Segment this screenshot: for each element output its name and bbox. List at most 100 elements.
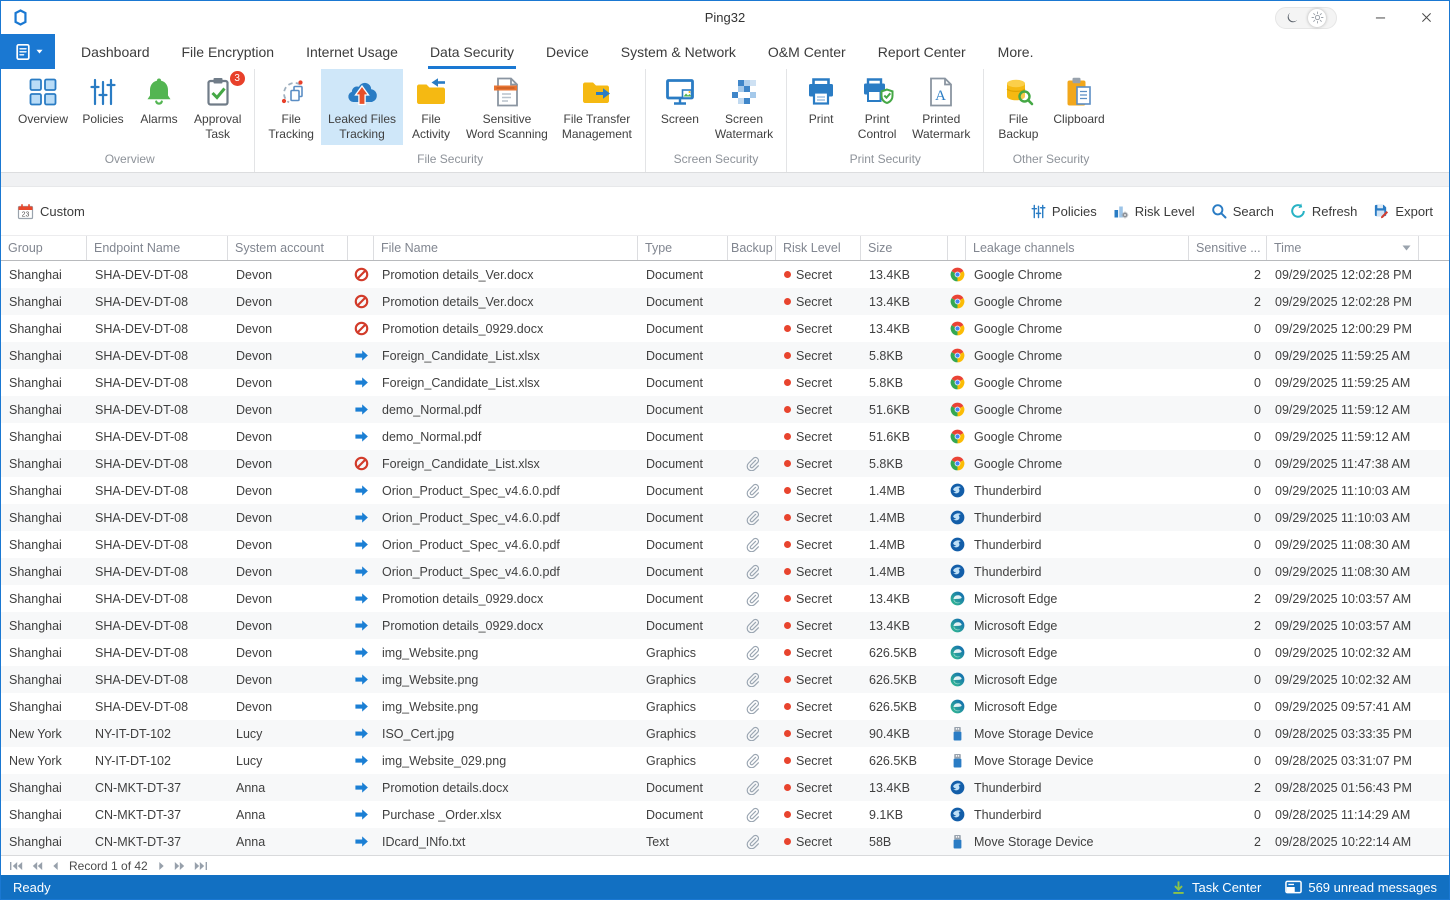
risk-level-button[interactable]: Risk Level (1113, 203, 1195, 219)
ribbon-item-file-tracking[interactable]: FileTracking (261, 69, 321, 145)
ribbon-item-screen-watermark[interactable]: ScreenWatermark (708, 69, 780, 145)
theme-toggle[interactable] (1275, 7, 1337, 29)
tab-system-network[interactable]: System & Network (605, 34, 752, 69)
table-row[interactable]: ShanghaiSHA-DEV-DT-08DevonPromotion deta… (1, 261, 1449, 288)
column-header-type[interactable]: Type (638, 236, 728, 260)
ribbon-item-printed-watermark[interactable]: APrintedWatermark (905, 69, 977, 145)
unread-messages-button[interactable]: 569 unread messages (1285, 880, 1437, 895)
chrome-icon (950, 294, 965, 309)
nav-prev-button[interactable] (52, 861, 59, 871)
table-row[interactable]: ShanghaiSHA-DEV-DT-08DevonForeign_Candid… (1, 450, 1449, 477)
table-row[interactable]: ShanghaiSHA-DEV-DT-08DevonOrion_Product_… (1, 504, 1449, 531)
cell-channel: Google Chrome (966, 295, 1189, 309)
ribbon-item-approval-task[interactable]: 3ApprovalTask (187, 69, 248, 145)
risk-level-label: Risk Level (1135, 204, 1195, 219)
table-row[interactable]: ShanghaiSHA-DEV-DT-08DevonPromotion deta… (1, 585, 1449, 612)
table-row[interactable]: ShanghaiCN-MKT-DT-37AnnaPurchase _Order.… (1, 801, 1449, 828)
custom-date-button[interactable]: 23 Custom (17, 203, 85, 220)
table-row[interactable]: ShanghaiSHA-DEV-DT-08Devonimg_Website.pn… (1, 666, 1449, 693)
light-theme-toggle[interactable] (1308, 9, 1326, 27)
column-header-sensitive[interactable]: Sensitive ... (1189, 236, 1267, 260)
moon-icon[interactable] (1286, 11, 1299, 24)
ribbon-item-screen[interactable]: Screen (652, 69, 708, 130)
ribbon-item-leaked-files-tracking[interactable]: Leaked FilesTracking (321, 69, 403, 145)
table-row[interactable]: ShanghaiSHA-DEV-DT-08DevonPromotion deta… (1, 612, 1449, 639)
ribbon-item-policies[interactable]: Policies (75, 69, 131, 130)
ribbon-item-file-backup[interactable]: FileBackup (990, 69, 1046, 145)
column-header-endpoint[interactable]: Endpoint Name (87, 236, 228, 260)
ribbon-item-file-transfer-management[interactable]: File TransferManagement (555, 69, 639, 145)
ribbon-item-alarms[interactable]: Alarms (131, 69, 187, 130)
cell-type: Document (638, 619, 728, 633)
table-row[interactable]: ShanghaiSHA-DEV-DT-08DevonForeign_Candid… (1, 342, 1449, 369)
minimize-button[interactable] (1357, 1, 1403, 34)
search-button[interactable]: Search (1211, 203, 1274, 219)
nav-next-page-button[interactable] (174, 861, 185, 871)
column-header-time[interactable]: Time (1267, 236, 1419, 260)
thunderbird-icon (950, 564, 965, 579)
svg-text:23: 23 (22, 211, 30, 218)
nav-prev-page-button[interactable] (32, 861, 43, 871)
column-header-size[interactable]: Size (861, 236, 948, 260)
column-header-chicon[interactable] (948, 236, 966, 260)
column-header-filler[interactable] (1419, 236, 1449, 260)
tab-file-encryption[interactable]: File Encryption (166, 34, 291, 69)
cell-channel: Google Chrome (966, 457, 1189, 471)
column-header-account[interactable]: System account (228, 236, 348, 260)
table-row[interactable]: ShanghaiSHA-DEV-DT-08DevonForeign_Candid… (1, 369, 1449, 396)
cell-channel: Thunderbird (966, 511, 1189, 525)
table-row[interactable]: New YorkNY-IT-DT-102Lucyimg_Website_029.… (1, 747, 1449, 774)
ribbon-item-label: ScreenWatermark (715, 112, 773, 142)
ribbon-item-print[interactable]: Print (793, 69, 849, 130)
ribbon-item-overview[interactable]: Overview (11, 69, 75, 130)
cell-group: Shanghai (1, 295, 87, 309)
close-button[interactable] (1403, 1, 1449, 34)
nav-first-button[interactable] (9, 861, 23, 871)
tab-report-center[interactable]: Report Center (862, 34, 982, 69)
app-menu-button[interactable] (1, 34, 55, 69)
table-row[interactable]: ShanghaiCN-MKT-DT-37AnnaPromotion detail… (1, 774, 1449, 801)
column-header-filename[interactable]: File Name (374, 236, 638, 260)
cell-risk: Secret (776, 781, 861, 795)
policies-button[interactable]: Policies (1031, 204, 1097, 219)
table-row[interactable]: ShanghaiCN-MKT-DT-37AnnaIDcard_INfo.txtT… (1, 828, 1449, 855)
cell-size: 1.4MB (861, 511, 948, 525)
export-button[interactable]: Export (1373, 203, 1433, 219)
column-header-risk[interactable]: Risk Level (776, 236, 861, 260)
table-row[interactable]: ShanghaiSHA-DEV-DT-08DevonOrion_Product_… (1, 558, 1449, 585)
table-row[interactable]: ShanghaiSHA-DEV-DT-08DevonOrion_Product_… (1, 477, 1449, 504)
refresh-button[interactable]: Refresh (1290, 203, 1358, 219)
custom-date-label: Custom (40, 204, 85, 219)
tab-dashboard[interactable]: Dashboard (65, 34, 166, 69)
cell-group: Shanghai (1, 268, 87, 282)
table-row[interactable]: ShanghaiSHA-DEV-DT-08DevonPromotion deta… (1, 315, 1449, 342)
table-row[interactable]: ShanghaiSHA-DEV-DT-08Devonimg_Website.pn… (1, 639, 1449, 666)
tab-more[interactable]: More. (982, 34, 1050, 69)
column-header-backup[interactable]: Backup (728, 236, 776, 260)
ribbon-item-label: Screen (661, 112, 699, 127)
ribbon-item-print-control[interactable]: PrintControl (849, 69, 905, 145)
column-header-channel[interactable]: Leakage channels (966, 236, 1189, 260)
table-row[interactable]: ShanghaiSHA-DEV-DT-08DevonPromotion deta… (1, 288, 1449, 315)
risk-label: Secret (796, 457, 832, 471)
ribbon-item-clipboard[interactable]: Clipboard (1046, 69, 1111, 130)
column-header-fileicon[interactable] (348, 236, 374, 260)
table-row[interactable]: ShanghaiSHA-DEV-DT-08Devondemo_Normal.pd… (1, 423, 1449, 450)
tab-o-m-center[interactable]: O&M Center (752, 34, 862, 69)
ribbon-item-file-activity[interactable]: FileActivity (403, 69, 459, 145)
risk-label: Secret (796, 538, 832, 552)
nav-last-button[interactable] (194, 861, 208, 871)
cell-account: Devon (228, 646, 348, 660)
column-header-group[interactable]: Group (1, 236, 87, 260)
table-row[interactable]: New YorkNY-IT-DT-102LucyISO_Cert.jpgGrap… (1, 720, 1449, 747)
tab-internet-usage[interactable]: Internet Usage (290, 34, 414, 69)
ribbon-item-sensitive-word-scanning[interactable]: SensitiveWord Scanning (459, 69, 555, 145)
tab-device[interactable]: Device (530, 34, 605, 69)
table-row[interactable]: ShanghaiSHA-DEV-DT-08Devonimg_Website.pn… (1, 693, 1449, 720)
table-row[interactable]: ShanghaiSHA-DEV-DT-08DevonOrion_Product_… (1, 531, 1449, 558)
tab-data-security[interactable]: Data Security (414, 34, 530, 69)
table-row[interactable]: ShanghaiSHA-DEV-DT-08Devondemo_Normal.pd… (1, 396, 1449, 423)
cell-channel: Thunderbird (966, 484, 1189, 498)
nav-next-button[interactable] (158, 861, 165, 871)
task-center-button[interactable]: Task Center (1171, 880, 1261, 895)
